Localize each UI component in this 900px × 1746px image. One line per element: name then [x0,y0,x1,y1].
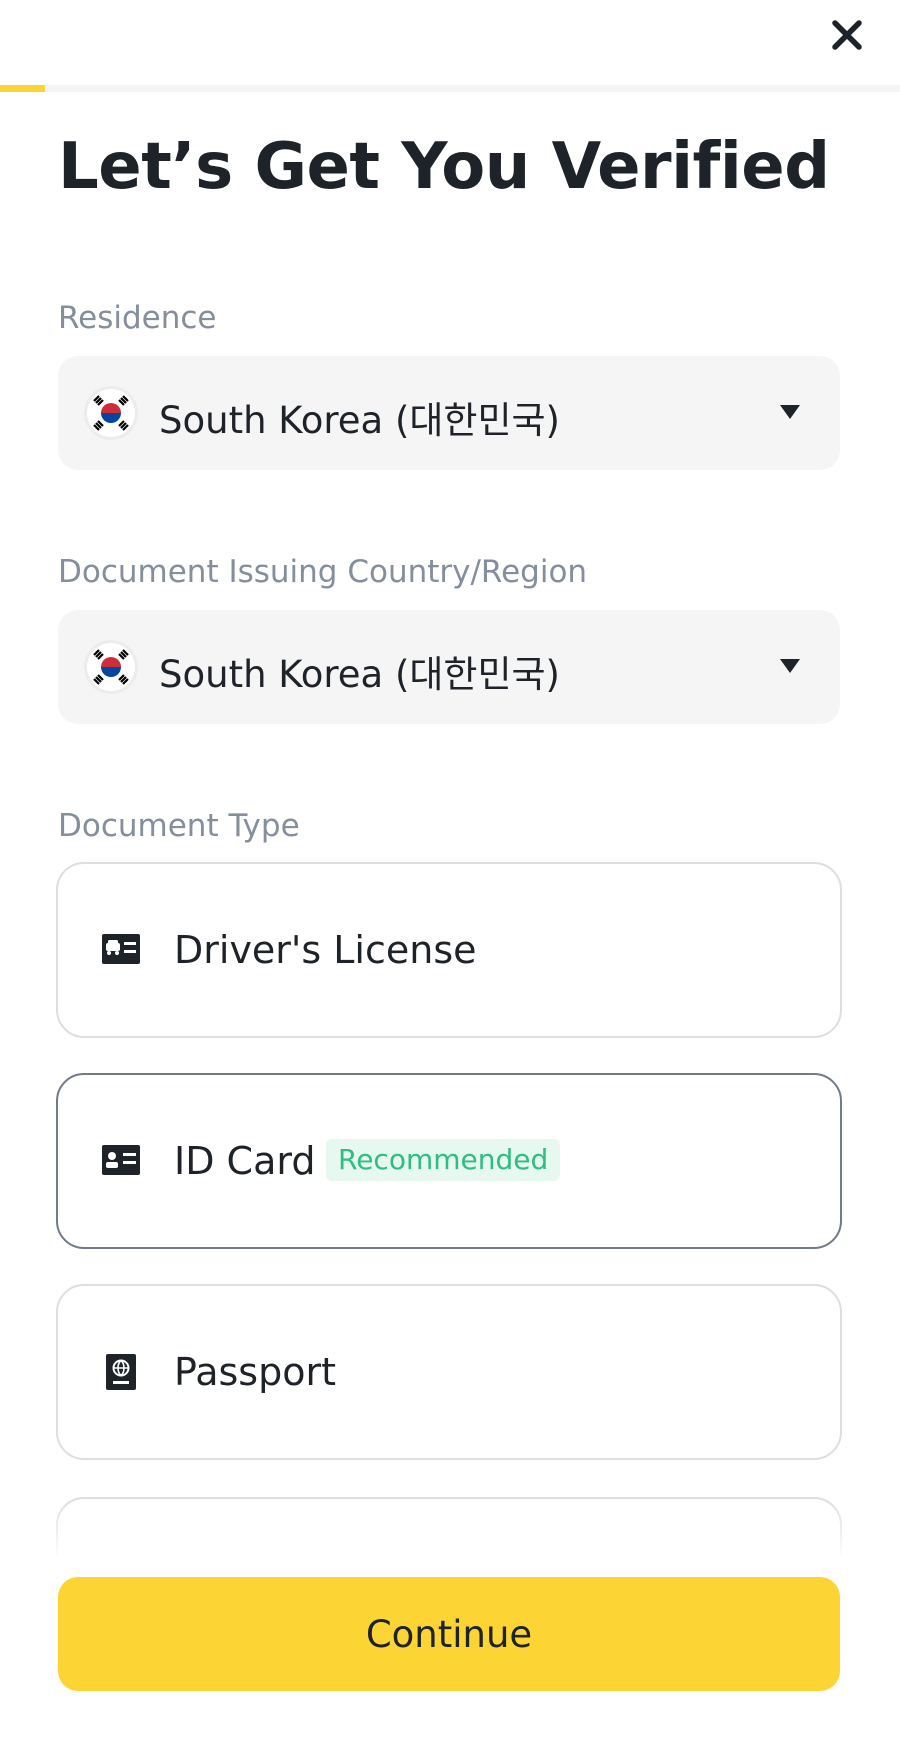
issuing-country-label: Document Issuing Country/Region [58,554,588,590]
document-option-id-card[interactable]: ID Card Recommended [56,1073,842,1249]
close-icon[interactable] [826,14,868,56]
progress-fill [0,85,45,92]
chevron-down-icon[interactable] [780,659,800,673]
continue-button[interactable]: Continue [58,1577,840,1691]
progress-bar [0,85,900,92]
issuing-country-value: South Korea (대한민국) [159,653,560,696]
residence-select[interactable]: South Korea (대한민국) [58,356,840,470]
document-option-drivers-license[interactable]: Driver's License [56,862,842,1038]
header [0,0,900,85]
page-title: Let’s Get You Verified [58,130,830,204]
residence-label: Residence [58,300,217,336]
south-korea-flag-icon [84,640,138,694]
issuing-country-select[interactable]: South Korea (대한민국) [58,610,840,724]
document-option-label: Driver's License [174,928,477,972]
document-option-passport[interactable]: Passport [56,1284,842,1460]
residence-value: South Korea (대한민국) [159,399,560,442]
driver-license-icon [102,934,140,964]
recommended-badge: Recommended [326,1139,561,1181]
document-type-label: Document Type [58,808,300,844]
close-button[interactable] [826,14,868,56]
id-card-icon [102,1145,140,1175]
passport-icon [106,1354,136,1390]
south-korea-flag-icon [84,386,138,440]
document-option-label: Passport [174,1350,336,1394]
chevron-down-icon[interactable] [780,405,800,419]
document-option-label: ID Card [174,1139,316,1183]
